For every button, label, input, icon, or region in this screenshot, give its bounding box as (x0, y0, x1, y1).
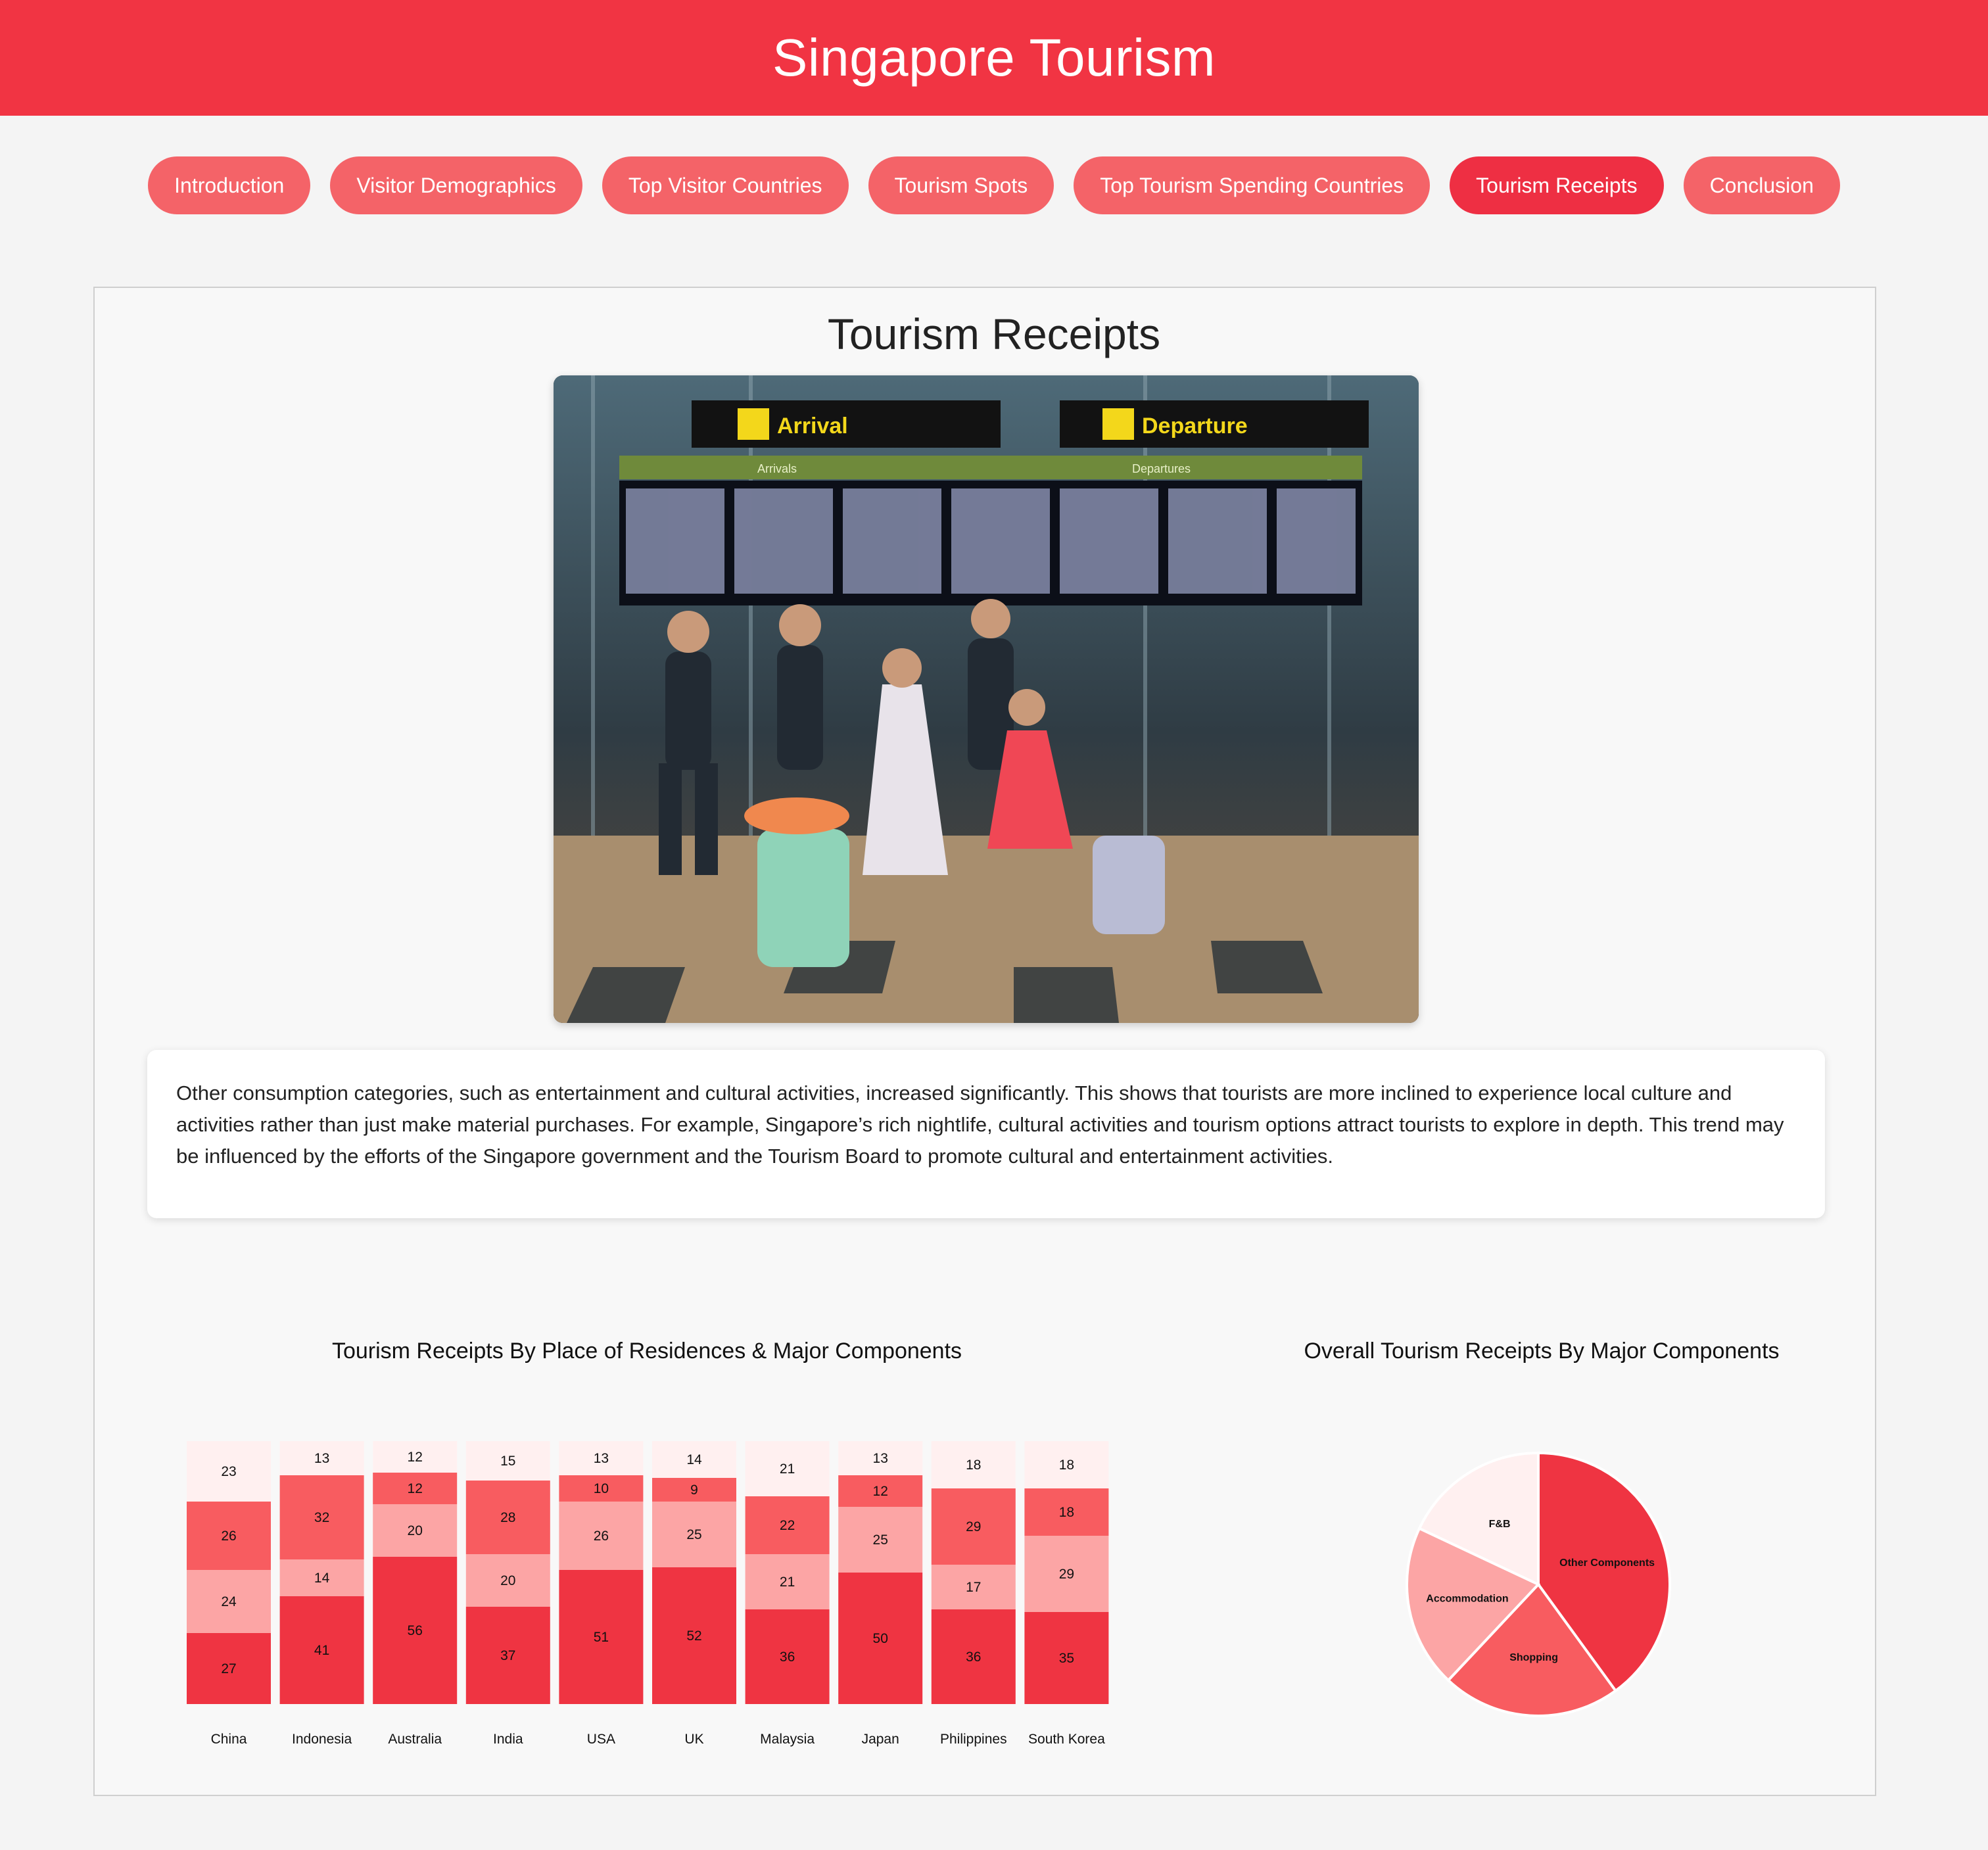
nav-visitor-demographics[interactable]: Visitor Demographics (330, 156, 582, 214)
nav-conclusion[interactable]: Conclusion (1683, 156, 1840, 214)
nav-introduction[interactable]: Introduction (148, 156, 311, 214)
airport-photo: Arrival Departure Arrivals Departures (554, 375, 1419, 1023)
bar-value-label: 15 (500, 1454, 515, 1469)
bar-value-label: 28 (500, 1510, 515, 1525)
bar-value-label: 51 (594, 1630, 609, 1645)
pie-chart-title: Overall Tourism Receipts By Major Compon… (1304, 1339, 1780, 1364)
bar-value-label: 12 (408, 1450, 423, 1465)
x-tick-label: South Korea (1028, 1732, 1105, 1747)
bar-value-label: 10 (594, 1481, 609, 1496)
bar-value-label: 25 (873, 1532, 888, 1548)
bar-value-label: 29 (1059, 1567, 1074, 1582)
nav-tourism-receipts[interactable]: Tourism Receipts (1450, 156, 1664, 214)
bar-chart-title: Tourism Receipts By Place of Residences … (331, 1339, 962, 1364)
bar-value-label: 13 (873, 1451, 888, 1466)
nav-tourism-spots[interactable]: Tourism Spots (868, 156, 1054, 214)
x-tick-label: UK (684, 1732, 703, 1747)
bar-value-label: 14 (686, 1452, 702, 1467)
x-tick-label: Japan (862, 1732, 899, 1747)
arrival-sign-text: Arrival (777, 414, 848, 439)
bar-value-label: 21 (780, 1461, 795, 1477)
departure-sign-text: Departure (1142, 414, 1248, 439)
nav-top-visitor-countries[interactable]: Top Visitor Countries (602, 156, 849, 214)
pie-slice-label: F&B (1489, 1519, 1511, 1530)
x-tick-label: Philippines (940, 1732, 1007, 1747)
arrivals-board-label: Arrivals (757, 462, 797, 475)
pie-slice-label: Shopping (1509, 1652, 1558, 1663)
site-title: Singapore Tourism (772, 28, 1216, 87)
bar-value-label: 37 (500, 1648, 515, 1663)
bar-value-label: 52 (686, 1628, 701, 1644)
section-title: Tourism Receipts (827, 310, 1161, 358)
bar-value-label: 12 (873, 1484, 888, 1499)
pie-chart: Other Components Shopping Accommodation F&B (1406, 1451, 1671, 1717)
bar-value-label: 56 (408, 1623, 423, 1638)
bar-value-label: 50 (873, 1631, 888, 1646)
nav-bar: Introduction Visitor Demographics Top Vi… (0, 156, 1988, 214)
stacked-bar-chart: 27 24 26 23 China 41 14 32 13 Indonesia 56 20 12 12 Au… (187, 1441, 1109, 1747)
bar-value-label: 22 (780, 1518, 795, 1533)
description-text: Other consumption categories, such as en… (176, 1081, 1784, 1168)
bar-value-label: 20 (500, 1573, 515, 1588)
nav-top-tourism-spending-countries[interactable]: Top Tourism Spending Countries (1074, 156, 1431, 214)
bar-value-label: 13 (314, 1451, 329, 1466)
bar-value-label: 21 (780, 1575, 795, 1590)
bar-value-label: 36 (780, 1649, 795, 1665)
bar-value-label: 27 (221, 1661, 236, 1676)
bar-value-label: 13 (594, 1451, 609, 1466)
x-tick-label: USA (587, 1732, 615, 1747)
departures-board-label: Departures (1132, 462, 1191, 475)
bar-value-label: 12 (408, 1481, 423, 1496)
bar-value-label: 18 (1059, 1505, 1074, 1520)
x-tick-label: China (211, 1732, 247, 1747)
description-card: Other consumption categories, such as en… (147, 1050, 1825, 1218)
bar-value-label: 25 (686, 1527, 701, 1542)
bar-value-label: 36 (966, 1649, 981, 1665)
airport-photo-illustration: Arrival Departure Arrivals Departures (554, 375, 1419, 1023)
bar-value-label: 23 (221, 1464, 236, 1479)
bar-value-label: 29 (966, 1519, 981, 1534)
bar-value-label: 41 (314, 1643, 329, 1658)
bar-value-label: 17 (966, 1580, 981, 1595)
bar-value-label: 35 (1059, 1651, 1074, 1666)
x-tick-label: Indonesia (292, 1732, 352, 1747)
x-tick-label: Malaysia (760, 1732, 815, 1747)
site-header: Singapore Tourism (0, 0, 1988, 116)
bar-value-label: 26 (221, 1529, 236, 1544)
x-tick-label: India (493, 1732, 523, 1747)
bar-value-label: 14 (314, 1571, 330, 1586)
bar-value-label: 26 (594, 1529, 609, 1544)
bar-value-label: 18 (1059, 1458, 1074, 1473)
pie-slice-label: Other Components (1559, 1557, 1655, 1569)
x-tick-label: Australia (388, 1732, 442, 1747)
bar-value-label: 24 (221, 1594, 237, 1609)
pie-slice-label: Accommodation (1426, 1594, 1508, 1605)
bar-value-label: 32 (314, 1510, 329, 1525)
bar-value-label: 9 (690, 1482, 698, 1498)
bar-value-label: 20 (408, 1523, 423, 1538)
bar-value-label: 18 (966, 1458, 981, 1473)
